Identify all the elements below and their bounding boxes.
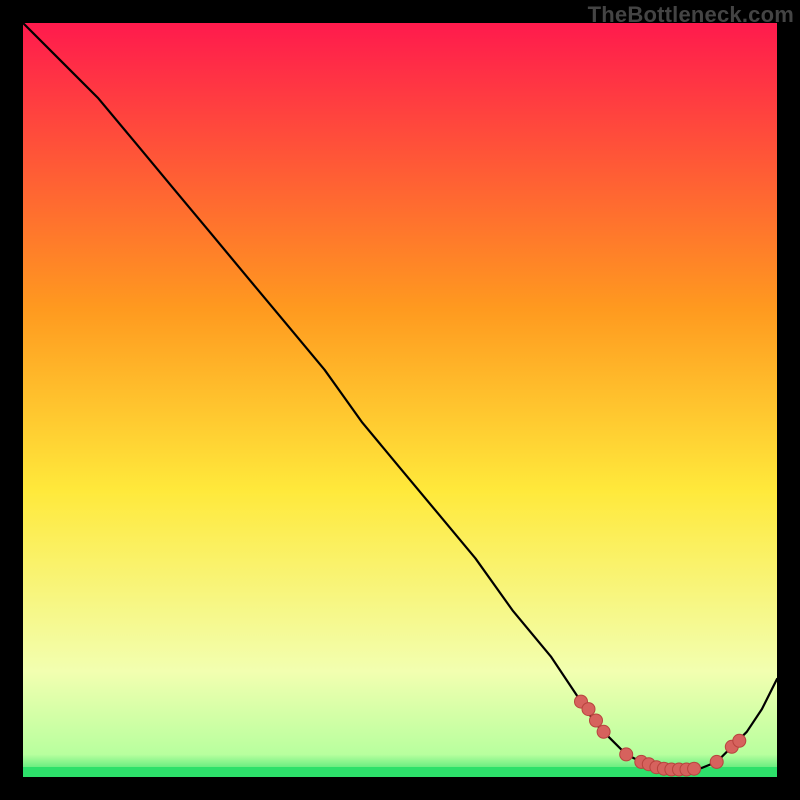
chart-svg [23, 23, 777, 777]
watermark-text: TheBottleneck.com [588, 2, 794, 28]
plot-area [23, 23, 777, 777]
chart-frame: TheBottleneck.com [0, 0, 800, 800]
